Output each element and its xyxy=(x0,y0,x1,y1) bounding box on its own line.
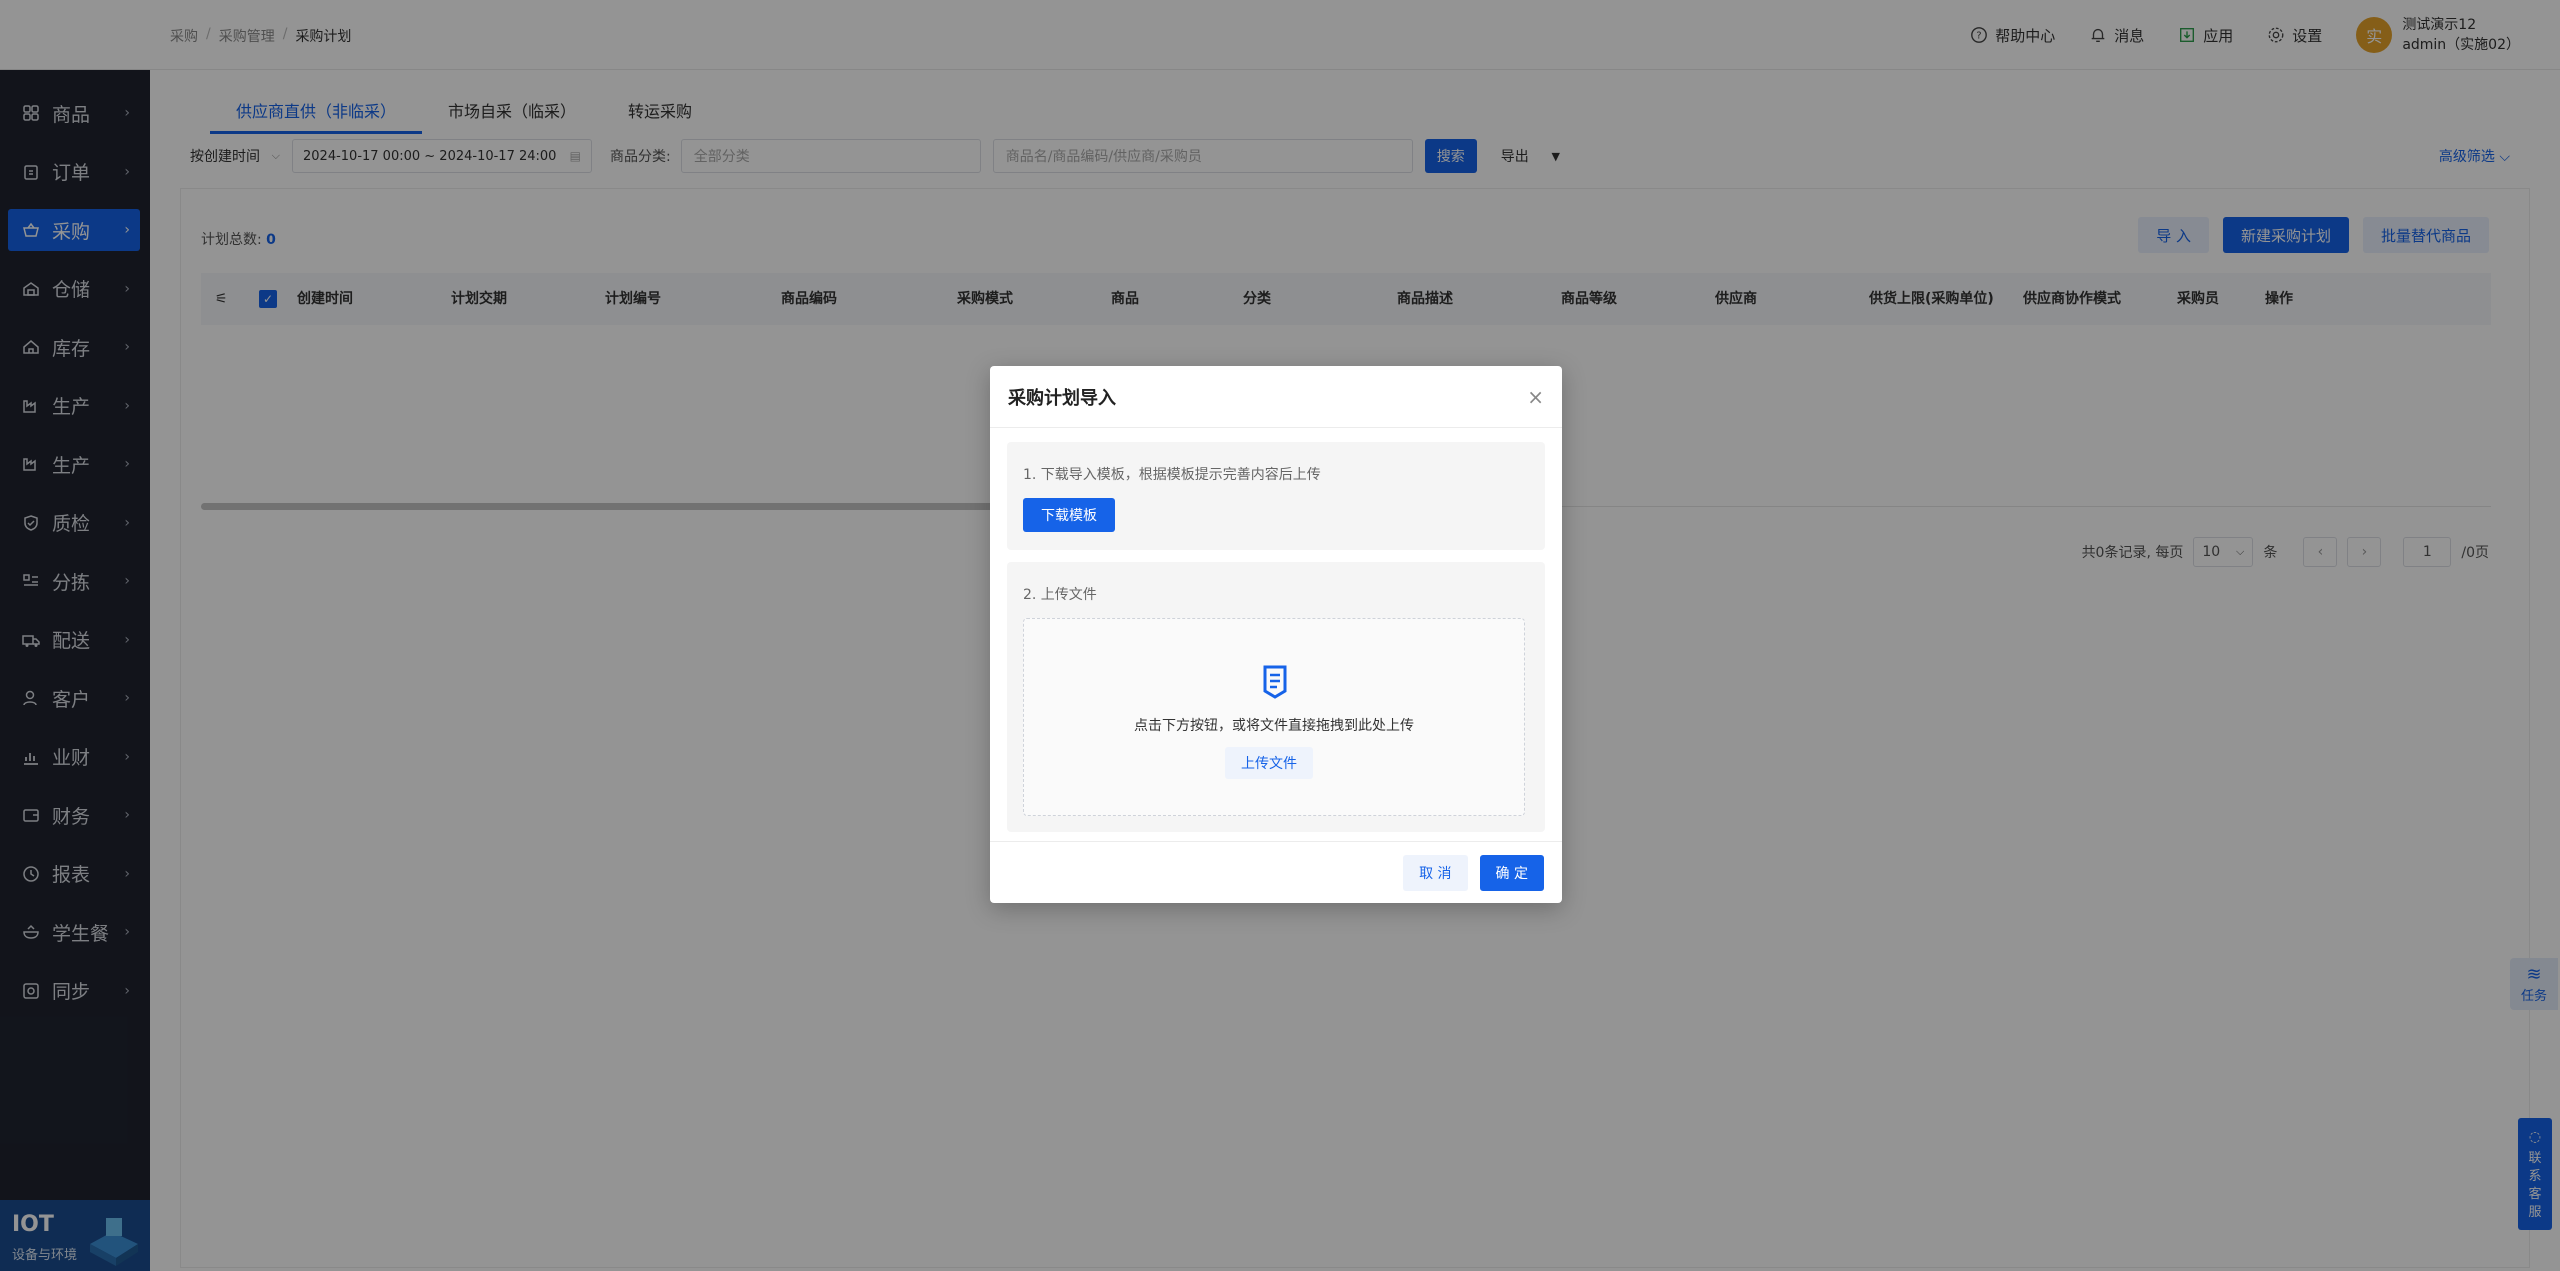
cancel-button[interactable]: 取 消 xyxy=(1403,854,1468,891)
step-upload: 2. 上传文件 点击下方按钮，或将文件直接拖拽到此处上传 上传文件 xyxy=(1007,562,1545,832)
step1-label: 1. 下载导入模板，根据模板提示完善内容后上传 xyxy=(1023,467,1321,483)
close-icon[interactable]: × xyxy=(1527,385,1544,409)
dialog-title: 采购计划导入 xyxy=(1008,387,1116,409)
file-dropzone[interactable]: 点击下方按钮，或将文件直接拖拽到此处上传 上传文件 xyxy=(1023,618,1525,816)
dialog-footer: 取 消 确 定 xyxy=(990,841,1562,903)
step2-label: 2. 上传文件 xyxy=(1023,587,1097,603)
upload-file-button[interactable]: 上传文件 xyxy=(1225,747,1313,779)
dialog-header: 采购计划导入 × xyxy=(990,366,1562,428)
confirm-button[interactable]: 确 定 xyxy=(1479,854,1544,891)
step-download: 1. 下载导入模板，根据模板提示完善内容后上传 下载模板 xyxy=(1007,442,1545,550)
dropzone-text: 点击下方按钮，或将文件直接拖拽到此处上传 xyxy=(1134,718,1414,734)
document-icon xyxy=(1263,665,1287,699)
download-template-button[interactable]: 下载模板 xyxy=(1023,498,1115,532)
import-dialog: 采购计划导入 × 1. 下载导入模板，根据模板提示完善内容后上传 下载模板 2.… xyxy=(990,366,1562,903)
